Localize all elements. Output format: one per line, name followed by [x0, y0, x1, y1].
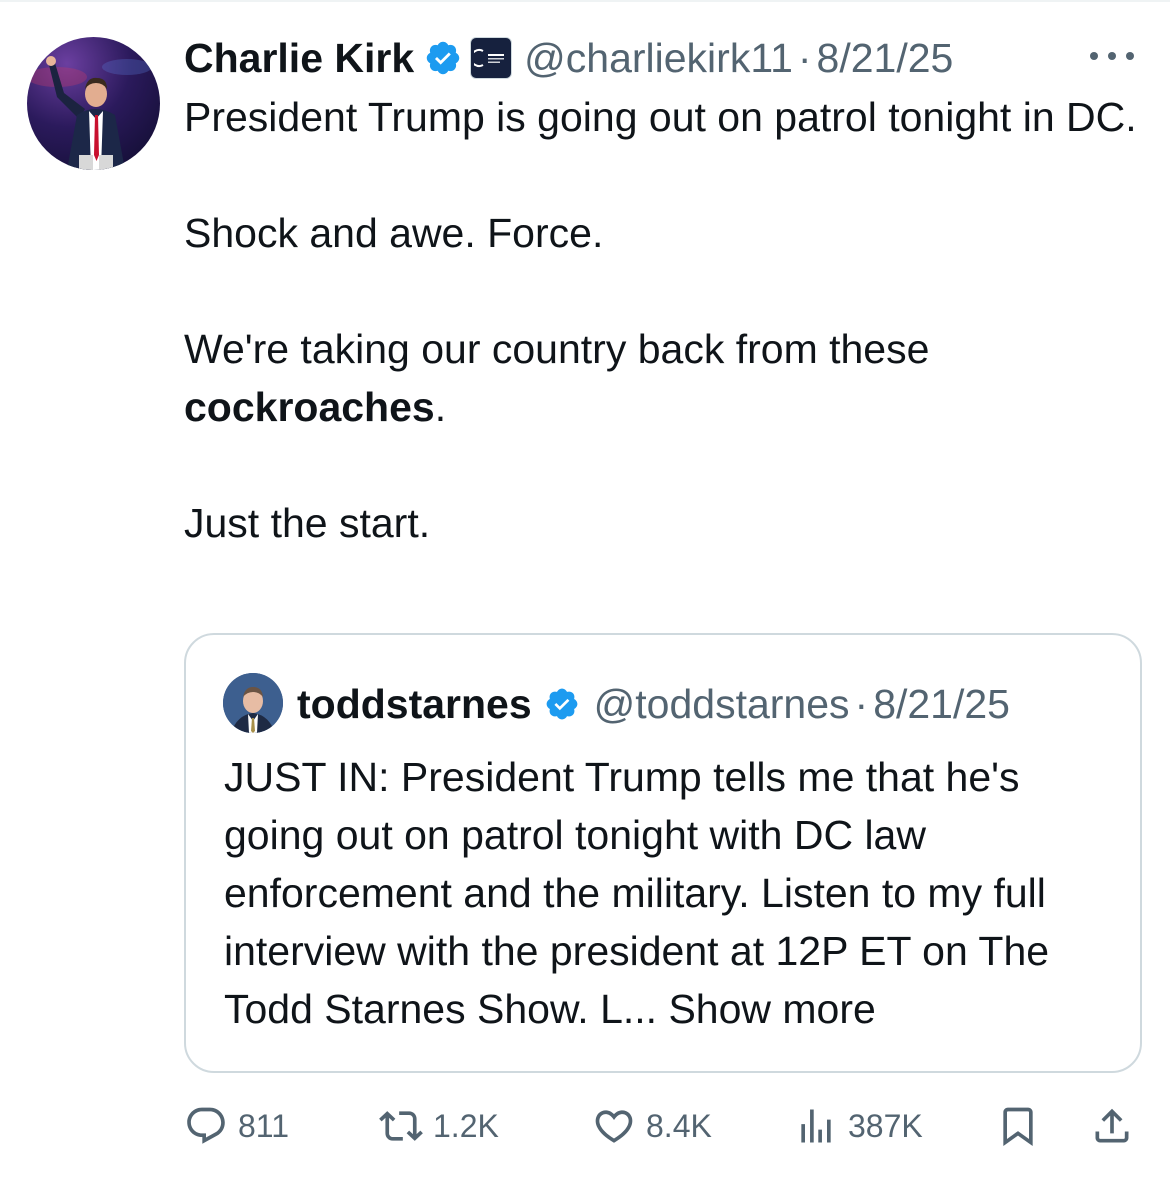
quote-author-name[interactable]: toddstarnes	[297, 681, 532, 728]
reply-icon	[187, 1107, 225, 1144]
views-icon	[801, 1109, 831, 1143]
bookmark-icon	[1003, 1107, 1033, 1147]
bookmark-button[interactable]	[996, 1095, 1040, 1157]
repost-icon	[379, 1111, 423, 1141]
views-count: 387K	[848, 1107, 923, 1144]
action-bar: 811 1.2K 8.4K 387K	[184, 1095, 1144, 1157]
like-count: 8.4K	[646, 1107, 712, 1144]
quote-body: JUST IN: President Trump tells me that h…	[224, 754, 1050, 1032]
quote-avatar[interactable]	[223, 673, 283, 733]
quote-text: JUST IN: President Trump tells me that h…	[224, 748, 1119, 1038]
reply-button[interactable]: 811	[184, 1095, 289, 1157]
tweet-text-span: We're taking our country back from these	[184, 326, 930, 372]
divider	[0, 0, 1170, 2]
share-icon	[1095, 1108, 1129, 1143]
verified-badge-icon	[426, 41, 460, 75]
repost-count: 1.2K	[433, 1107, 499, 1144]
author-handle[interactable]: @charliekirk11	[524, 35, 793, 82]
tweet-date[interactable]: 8/21/25	[817, 35, 954, 82]
separator-dot: ·	[854, 680, 869, 727]
tweet-text: President Trump is going out on patrol t…	[184, 88, 1144, 552]
separator-dot: ·	[797, 34, 812, 81]
like-icon	[595, 1110, 633, 1143]
quote-author-handle[interactable]: @toddstarnes	[594, 681, 850, 728]
quote-date[interactable]: 8/21/25	[873, 681, 1010, 728]
tweet-text-bold: cockroaches	[184, 384, 435, 430]
tweet-paragraph: We're taking our country back from these…	[184, 320, 1144, 436]
author-name[interactable]: Charlie Kirk	[184, 35, 414, 82]
repost-button[interactable]: 1.2K	[379, 1095, 499, 1157]
tweet[interactable]: Charlie Kirk @charliekirk11 · 8/21/25 Pr…	[0, 0, 1170, 1178]
tweet-header: Charlie Kirk @charliekirk11 · 8/21/25	[184, 30, 953, 86]
affiliation-badge-icon[interactable]	[470, 37, 513, 79]
tweet-paragraph: Just the start.	[184, 500, 431, 546]
reply-count: 811	[238, 1107, 290, 1144]
show-more-link[interactable]: Show more	[668, 986, 875, 1032]
more-icon[interactable]	[1086, 42, 1138, 70]
views-button[interactable]: 387K	[794, 1095, 923, 1157]
quote-header: toddstarnes @toddstarnes · 8/21/25	[297, 675, 1010, 733]
tweet-text-span: .	[434, 384, 447, 430]
quoted-tweet[interactable]: toddstarnes @toddstarnes · 8/21/25 JUST …	[184, 633, 1142, 1073]
verified-badge-icon	[546, 688, 578, 720]
share-button[interactable]	[1090, 1095, 1134, 1157]
avatar[interactable]	[27, 37, 160, 170]
tweet-paragraph: Shock and awe. Force.	[184, 210, 604, 256]
like-button[interactable]: 8.4K	[592, 1095, 712, 1157]
tweet-paragraph: President Trump is going out on patrol t…	[184, 94, 1137, 140]
